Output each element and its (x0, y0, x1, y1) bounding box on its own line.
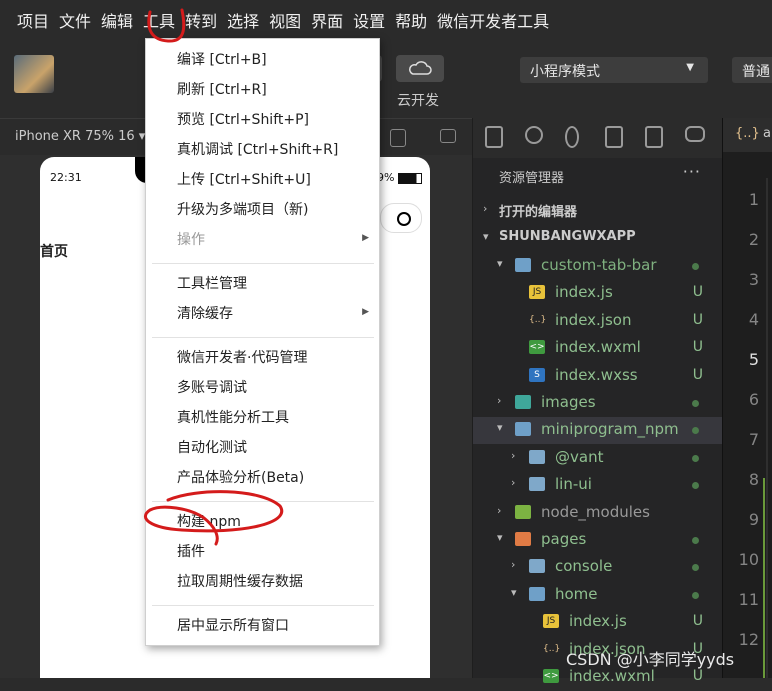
annotation-circle-menu (147, 8, 186, 43)
watermark: CSDN @小李同学yyds (566, 650, 735, 669)
annotation-circle-build-npm (143, 490, 284, 546)
annotation-marks (143, 8, 284, 546)
